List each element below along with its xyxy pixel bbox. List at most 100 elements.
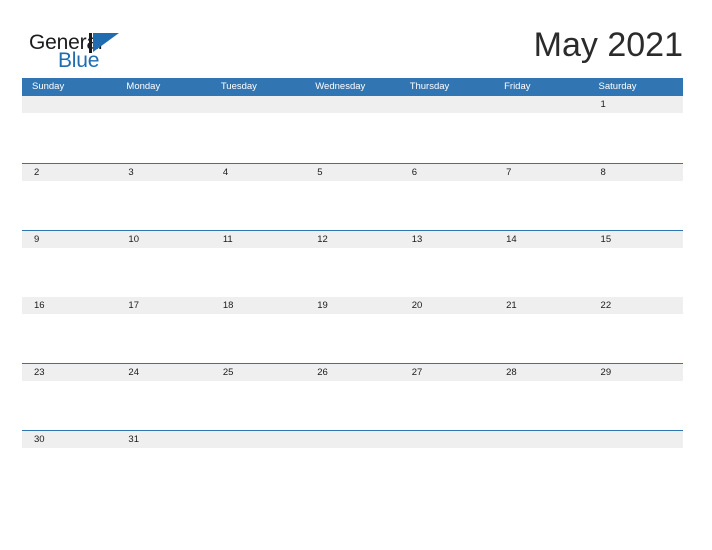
day-note-area[interactable] [22,447,117,497]
day-note-area[interactable] [22,113,117,162]
day-note-area[interactable] [210,381,306,431]
calendar-day-cell[interactable]: 12 [305,230,400,297]
calendar-day-cell[interactable]: 18 [210,297,306,364]
calendar-day-cell[interactable]: 30 [22,430,117,497]
calendar-day-cell[interactable]: 25 [210,364,306,431]
day-note-area[interactable] [210,180,306,230]
calendar-day-cell[interactable]: 3 [116,163,211,230]
calendar-day-cell[interactable]: 22 [588,297,683,364]
weekday-header-wednesday: Wednesday [315,81,366,92]
calendar-day-cell[interactable]: 20 [399,297,495,364]
day-note-area[interactable] [210,314,306,364]
day-note-area[interactable] [494,447,589,497]
day-note-area[interactable] [305,247,400,297]
general-blue-logo[interactable]: General Blue [29,31,124,72]
date-number: 12 [305,230,400,248]
calendar-day-cell[interactable]: 17 [116,297,211,364]
date-number: 21 [494,297,589,315]
weekday-header-sunday: Sunday [32,81,65,92]
calendar-day-cell[interactable]: 8 [588,163,683,230]
day-note-area[interactable] [588,113,683,162]
date-number [494,96,589,113]
calendar-day-cell[interactable]: 5 [305,163,400,230]
calendar-day-cell[interactable] [210,96,306,163]
calendar-day-cell[interactable]: 16 [22,297,117,364]
day-note-area[interactable] [588,314,683,364]
day-note-area[interactable] [210,447,306,497]
day-note-area[interactable] [22,247,117,297]
calendar-day-cell[interactable]: 29 [588,364,683,431]
calendar-day-cell[interactable] [494,430,589,497]
calendar-day-cell[interactable] [305,96,400,163]
date-number: 9 [22,230,117,248]
date-number [116,96,211,113]
calendar-day-cell[interactable]: 19 [305,297,400,364]
calendar-week-row: 2 3 4 5 6 7 8 [22,162,683,230]
calendar-day-cell[interactable]: 28 [494,364,589,431]
weekday-header-row: Sunday Monday Tuesday Wednesday Thursday… [22,78,683,96]
calendar-day-cell[interactable]: 14 [494,230,589,297]
date-number [305,96,400,113]
day-note-area[interactable] [22,314,117,364]
day-note-area[interactable] [494,113,589,162]
day-note-area[interactable] [399,113,495,162]
day-note-area[interactable] [399,314,495,364]
calendar-day-cell[interactable]: 10 [116,230,211,297]
day-note-area[interactable] [305,180,400,230]
calendar-day-cell[interactable] [399,96,495,163]
day-note-area[interactable] [305,447,400,497]
calendar-day-cell[interactable]: 7 [494,163,589,230]
day-note-area[interactable] [494,381,589,431]
calendar-day-cell[interactable] [22,96,117,163]
date-number: 25 [210,364,306,382]
calendar-day-cell[interactable] [399,430,495,497]
day-note-area[interactable] [588,247,683,297]
calendar-day-cell[interactable] [305,430,400,497]
day-note-area[interactable] [399,247,495,297]
calendar-day-cell[interactable] [588,430,683,497]
calendar-day-cell[interactable]: 26 [305,364,400,431]
day-note-area[interactable] [116,447,211,497]
day-note-area[interactable] [116,180,211,230]
day-note-area[interactable] [305,113,400,162]
calendar-day-cell[interactable]: 11 [210,230,306,297]
calendar-day-cell[interactable]: 4 [210,163,306,230]
calendar-day-cell[interactable] [116,96,211,163]
day-note-area[interactable] [399,447,495,497]
calendar-day-cell[interactable] [210,430,306,497]
calendar-day-cell[interactable]: 15 [588,230,683,297]
calendar-day-cell[interactable]: 13 [399,230,495,297]
day-note-area[interactable] [399,180,495,230]
calendar-day-cell[interactable]: 9 [22,230,117,297]
calendar-page: General Blue May 2021 Sunday Monday Tues… [0,0,712,550]
day-note-area[interactable] [22,381,117,431]
calendar-day-cell[interactable]: 23 [22,364,117,431]
calendar-day-cell[interactable]: 27 [399,364,495,431]
day-note-area[interactable] [305,381,400,431]
calendar-day-cell[interactable]: 1 [588,96,683,163]
calendar-day-cell[interactable]: 24 [116,364,211,431]
day-note-area[interactable] [22,180,117,230]
day-note-area[interactable] [116,113,211,162]
calendar-week-row: 1 [22,96,683,163]
date-number: 2 [22,163,117,181]
day-note-area[interactable] [305,314,400,364]
calendar-day-cell[interactable] [494,96,589,163]
day-note-area[interactable] [399,381,495,431]
calendar-day-cell[interactable]: 2 [22,163,117,230]
day-note-area[interactable] [494,180,589,230]
day-note-area[interactable] [588,180,683,230]
day-note-area[interactable] [210,247,306,297]
day-note-area[interactable] [588,381,683,431]
day-note-area[interactable] [116,314,211,364]
weekday-header-saturday: Saturday [598,81,637,92]
day-note-area[interactable] [588,447,683,497]
calendar-day-cell[interactable]: 6 [399,163,495,230]
day-note-area[interactable] [116,247,211,297]
day-note-area[interactable] [494,247,589,297]
day-note-area[interactable] [116,381,211,431]
calendar-day-cell[interactable]: 31 [116,430,211,497]
calendar-day-cell[interactable]: 21 [494,297,589,364]
day-note-area[interactable] [494,314,589,364]
day-note-area[interactable] [210,113,306,162]
